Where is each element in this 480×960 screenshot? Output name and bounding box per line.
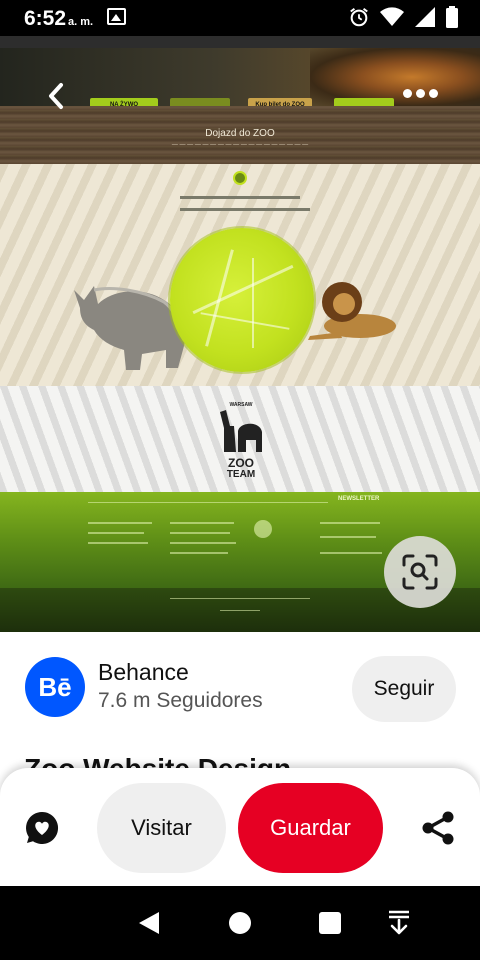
- team-logo-bottom: TEAM: [226, 469, 256, 480]
- website-section-subtitle: — — — — — — — — — — — — — — — — — —: [171, 142, 309, 148]
- alarm-icon: [350, 7, 368, 27]
- pin-title: Zoo Website Design: [24, 752, 291, 768]
- more-options-button[interactable]: [398, 78, 442, 108]
- creator-name[interactable]: Behance: [98, 659, 189, 686]
- share-button[interactable]: [418, 806, 458, 850]
- status-time-value: 6:52: [24, 7, 67, 30]
- team-logo-zoo: ZOO: [228, 456, 254, 470]
- giraffe-elephant-icon: [220, 410, 262, 452]
- battery-icon: [446, 6, 458, 28]
- heart-chat-icon: [26, 811, 59, 844]
- visit-button[interactable]: Visitar: [97, 783, 226, 873]
- website-address-line-1: [180, 196, 300, 199]
- status-time-ampm: a. m.: [68, 16, 94, 28]
- creator-followers: 7.6 m Seguidores: [98, 689, 263, 712]
- zoo-team-logo: WARSAW ZOO TEAM: [216, 402, 266, 482]
- nav-recents-icon[interactable]: [319, 912, 341, 934]
- follow-button[interactable]: Seguir: [352, 656, 456, 722]
- website-section-title: Dojazd do ZOO: [205, 128, 275, 139]
- creator-avatar[interactable]: Bē: [25, 657, 85, 717]
- react-button[interactable]: [22, 806, 62, 850]
- visual-search-icon: [402, 554, 438, 590]
- nav-back-icon[interactable]: [138, 911, 160, 935]
- status-time: 6:52 a. m.: [24, 7, 93, 31]
- save-button[interactable]: Guardar: [238, 783, 383, 873]
- website-address-line-2: [180, 208, 310, 211]
- back-button[interactable]: [38, 78, 74, 114]
- map-pin-icon: [233, 171, 247, 185]
- chevron-left-icon: [49, 83, 63, 109]
- more-dots-icon: [402, 88, 412, 98]
- share-icon: [422, 811, 454, 845]
- gallery-notification-icon: [107, 8, 126, 25]
- status-bar: 6:52 a. m.: [0, 0, 480, 36]
- location-map: [170, 228, 314, 372]
- lion-illustration: [308, 282, 396, 340]
- visual-search-button[interactable]: [384, 536, 456, 608]
- status-icons: [348, 6, 458, 28]
- wifi-icon: [380, 7, 404, 27]
- newsletter-label: NEWSLETTER: [338, 496, 380, 502]
- nav-home-icon[interactable]: [229, 912, 251, 934]
- signal-icon: [415, 7, 435, 27]
- nav-download-icon[interactable]: [387, 910, 411, 936]
- website-topbar: [0, 36, 480, 48]
- creator-logo-text: Bē: [38, 671, 72, 702]
